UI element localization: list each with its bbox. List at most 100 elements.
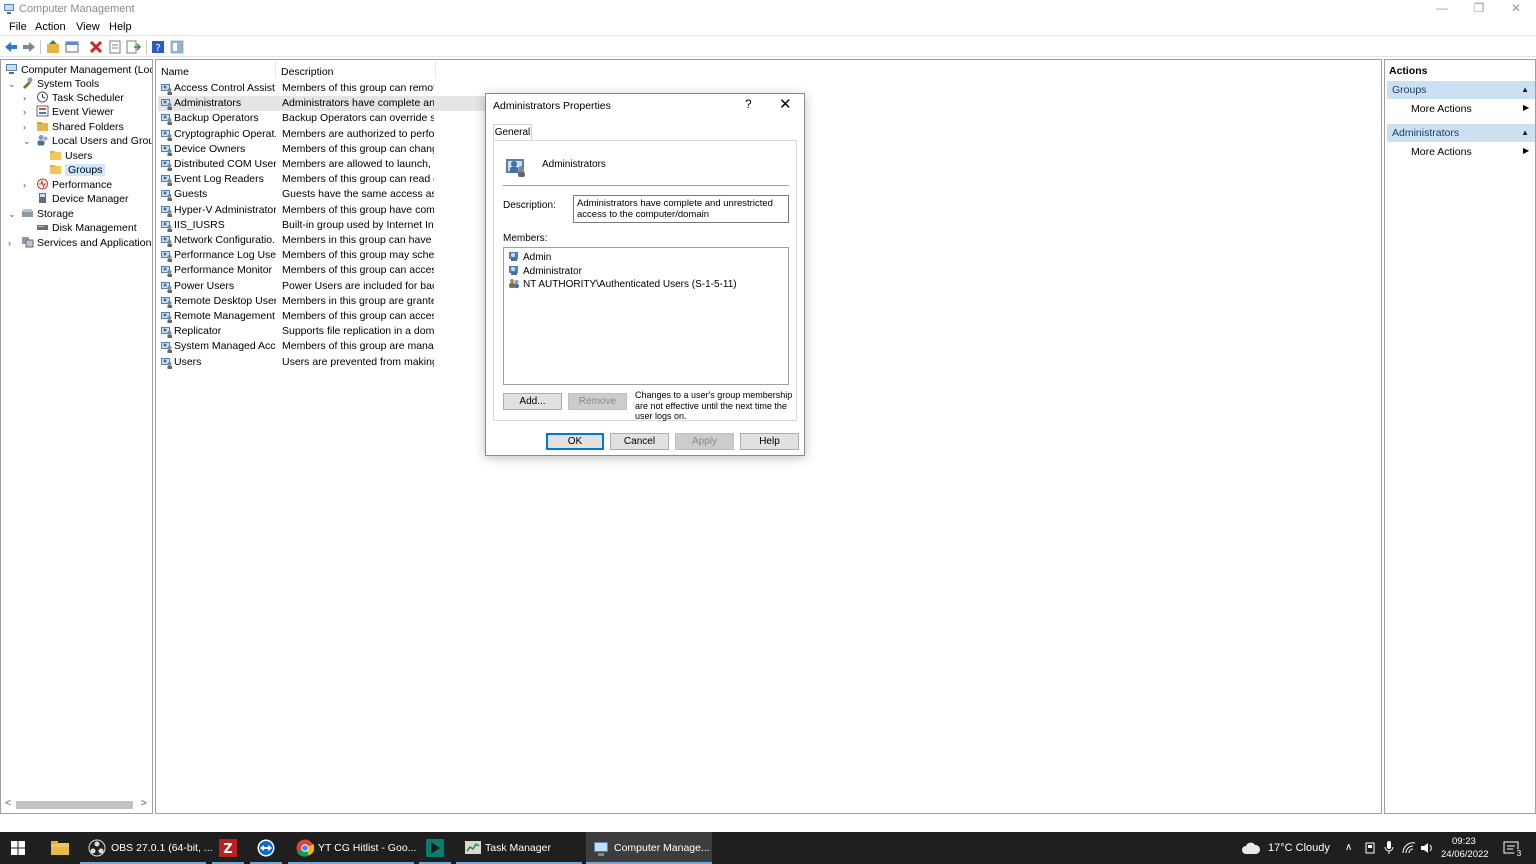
disk-icon [37, 225, 48, 230]
show-action-pane-icon[interactable] [169, 39, 185, 55]
cloud-icon[interactable] [1241, 841, 1261, 855]
scroll-left-icon[interactable]: < [5, 798, 11, 809]
weather-text[interactable]: 17°C Cloudy [1268, 832, 1330, 864]
navigation-tree[interactable]: Computer Management (Local ⌄ System Tool… [0, 59, 153, 814]
group-icon [160, 112, 173, 126]
dialog-help-button[interactable]: ? [745, 97, 752, 111]
menu-action[interactable]: Action [35, 21, 66, 33]
collapse-triangle-icon[interactable]: ▲ [1521, 81, 1529, 99]
column-header-description[interactable]: Description [281, 66, 334, 78]
show-hide-tree-icon[interactable] [64, 39, 80, 55]
taskbar-app-editor[interactable] [419, 832, 451, 864]
collapse-triangle-icon[interactable]: ▲ [1521, 124, 1529, 142]
remove-button[interactable]: Remove [568, 393, 627, 410]
tree-item-task-scheduler[interactable]: › Task Scheduler [23, 91, 124, 105]
tree-item-performance[interactable]: › Performance [23, 178, 112, 192]
tree-item-event-viewer[interactable]: › Event Viewer [23, 105, 114, 119]
add-button[interactable]: Add... [503, 393, 562, 410]
members-list[interactable]: Admin Administrator NT AUTHORITY\Authent… [503, 247, 789, 385]
row-description: Members of this group can remot... [282, 82, 434, 94]
expand-icon[interactable]: › [23, 91, 33, 105]
tree-item-device-manager[interactable]: Device Manager [36, 192, 128, 206]
tab-general[interactable]: General [493, 124, 532, 141]
event-viewer-icon [36, 105, 49, 117]
export-list-icon[interactable] [125, 39, 141, 55]
group-icon [160, 173, 173, 187]
taskbar-app-filezilla[interactable]: Z [212, 832, 244, 864]
delete-icon[interactable] [88, 39, 104, 55]
forward-icon[interactable] [21, 39, 37, 55]
tree-item-computer-management[interactable]: Computer Management (Local [5, 63, 152, 77]
tree-item-users[interactable]: Users [49, 149, 92, 163]
menu-file[interactable]: File [9, 21, 27, 33]
row-description: Guests have the same access as m... [282, 188, 434, 201]
collapse-icon[interactable]: ⌄ [8, 77, 18, 91]
tree-horizontal-scrollbar[interactable]: < > [1, 797, 152, 813]
volume-icon[interactable] [1420, 842, 1434, 854]
row-name: Replicator [174, 325, 222, 338]
expand-icon[interactable]: › [23, 178, 33, 192]
cancel-button[interactable]: Cancel [610, 433, 669, 450]
row-description: Members of this group can acces... [282, 264, 434, 277]
tree-item-system-tools[interactable]: ⌄ System Tools [8, 77, 99, 91]
actions-pane: Actions Groups ▲ More Actions ▶ Administ… [1384, 59, 1536, 814]
tree-item-services-and-applications[interactable]: › Services and Applications [8, 236, 152, 250]
collapse-icon[interactable]: ⌄ [8, 207, 18, 221]
expand-icon[interactable]: › [23, 120, 33, 134]
tree-item-shared-folders[interactable]: › Shared Folders [23, 120, 124, 134]
column-divider[interactable] [435, 62, 436, 78]
chevron-up-icon[interactable]: ∧ [1345, 832, 1352, 864]
description-field[interactable]: Administrators have complete and unrestr… [573, 195, 789, 223]
network-icon[interactable] [1402, 842, 1416, 854]
tree-item-disk-management[interactable]: Disk Management [36, 221, 137, 235]
collapse-icon[interactable]: ⌄ [23, 134, 33, 148]
menu-view[interactable]: View [76, 21, 100, 33]
start-windows-icon[interactable] [11, 841, 25, 855]
ok-button[interactable]: OK [546, 433, 604, 450]
properties-icon[interactable] [107, 39, 123, 55]
taskbar-app-computer-management[interactable]: Computer Manage... [586, 832, 712, 864]
device-icon[interactable] [1364, 842, 1376, 854]
scroll-right-icon[interactable]: > [141, 798, 147, 809]
dialog-close-button[interactable]: ✕ [779, 95, 792, 113]
row-name: System Managed Acc... [174, 340, 276, 353]
description-label: Description: [503, 200, 556, 211]
row-description: Members of this group have com... [282, 203, 434, 216]
row-name: Administrators [174, 97, 242, 110]
tree-item-storage[interactable]: ⌄ Storage [8, 207, 74, 221]
minimize-button[interactable]: — [1424, 0, 1460, 19]
member-item[interactable]: Admin [508, 250, 551, 263]
back-icon[interactable] [3, 39, 19, 55]
microphone-icon[interactable] [1384, 841, 1394, 855]
clock-date[interactable]: 24/06/2022 [1441, 849, 1489, 864]
expand-icon[interactable]: › [23, 105, 33, 119]
up-folder-icon[interactable] [45, 39, 61, 55]
member-item[interactable]: NT AUTHORITY\Authenticated Users (S-1-5-… [508, 277, 737, 290]
taskbar-app-teamviewer[interactable] [250, 832, 282, 864]
expand-icon[interactable]: › [8, 236, 18, 250]
column-header-name[interactable]: Name [161, 66, 189, 78]
actions-section-administrators[interactable]: Administrators ▲ [1387, 124, 1535, 142]
taskbar-app-task-manager[interactable]: Task Manager [456, 832, 582, 864]
apply-button[interactable]: Apply [675, 433, 734, 450]
help-icon[interactable]: ? [150, 39, 166, 55]
file-explorer-icon[interactable] [51, 840, 69, 856]
menu-help[interactable]: Help [109, 21, 132, 33]
restore-button[interactable]: ❐ [1461, 0, 1497, 19]
more-actions-groups[interactable]: More Actions ▶ [1411, 103, 1529, 115]
column-divider[interactable] [275, 62, 276, 78]
group-icon [506, 159, 525, 177]
taskbar-app-obs[interactable]: OBS 27.0.1 (64-bit, ... [80, 832, 213, 864]
divider [503, 185, 789, 186]
filezilla-icon: Z [219, 839, 237, 857]
editor-icon [426, 839, 444, 857]
scrollbar-thumb[interactable] [16, 801, 133, 809]
close-window-button[interactable]: ✕ [1498, 0, 1534, 19]
tree-item-local-users-and-groups[interactable]: ⌄ Local Users and Groups [23, 134, 152, 148]
tree-item-groups[interactable]: Groups [49, 163, 106, 177]
taskbar-app-chrome[interactable]: YT CG Hitlist - Goo... [288, 832, 416, 864]
help-button[interactable]: Help [740, 433, 799, 450]
actions-section-groups[interactable]: Groups ▲ [1387, 81, 1535, 99]
member-item[interactable]: Administrator [508, 264, 582, 277]
more-actions-administrators[interactable]: More Actions ▶ [1411, 146, 1529, 158]
